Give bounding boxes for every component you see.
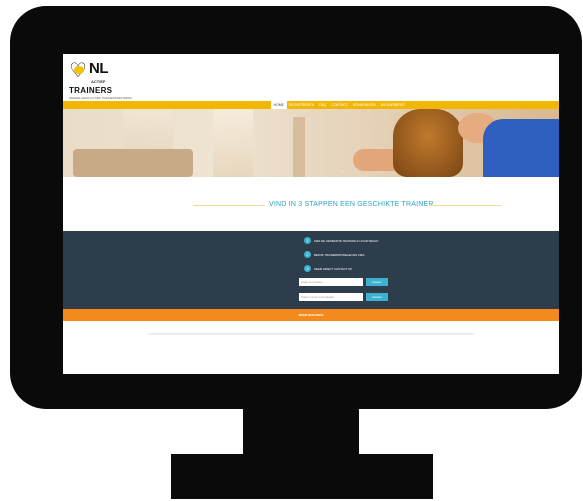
location-search-button[interactable]: Zoeken — [366, 293, 388, 301]
cta-bar[interactable]: MEER BEKIJKEN — [63, 309, 559, 321]
hero-person-hair — [393, 109, 463, 177]
step-text: KIES DE GEWENSTE TRAINING IN JOUW REGIO — [314, 238, 379, 243]
site-logo[interactable]: ♡ NL ACTIEF TRAINERS NEDERLANDS ACTIEF T… — [69, 60, 132, 100]
slider-dots[interactable]: • • • — [339, 169, 344, 173]
step-number-icon: 1 — [304, 237, 311, 244]
nav-item-registreren[interactable]: REGISTREREN — [287, 101, 317, 109]
cta-text[interactable]: MEER BEKIJKEN — [63, 309, 559, 321]
search-row-trainer: Zoek een trainer Zoeken — [299, 278, 388, 286]
screen: ♡ NL ACTIEF TRAINERS NEDERLANDS ACTIEF T… — [63, 54, 559, 374]
heart-fill-icon — [74, 66, 84, 74]
monitor-base — [171, 454, 433, 499]
trainer-search-input[interactable]: Zoek een trainer — [299, 278, 363, 286]
navbar: HOME REGISTREREN FAQ CONTACT ERVARINGEN … — [63, 101, 559, 109]
hero-building — [293, 117, 305, 177]
step-text: NEEM DIRECT CONTACT OP — [314, 266, 353, 271]
content-divider — [148, 333, 474, 335]
location-search-input[interactable]: Zoek in jouw woonplaats — [299, 293, 363, 301]
hero-banner: • • • — [63, 109, 559, 177]
divider-right — [429, 205, 501, 206]
nav-item-nieuwsbrief[interactable]: NIEUWSBRIEF — [378, 101, 407, 109]
step-text: BEKIJK TRAINERPROFIELEN EN KIES — [314, 252, 365, 257]
monitor-frame: ♡ NL ACTIEF TRAINERS NEDERLANDS ACTIEF T… — [10, 6, 582, 409]
nav-item-faq[interactable]: FAQ — [317, 101, 329, 109]
trainer-search-button[interactable]: Zoeken — [366, 278, 388, 286]
step-3: 3 NEEM DIRECT CONTACT OP — [304, 265, 352, 272]
step-1: 1 KIES DE GEWENSTE TRAINING IN JOUW REGI… — [304, 237, 378, 244]
hero-sofa — [73, 149, 193, 177]
step-number-icon: 2 — [304, 251, 311, 258]
nav-items: HOME REGISTREREN FAQ CONTACT ERVARINGEN … — [271, 101, 408, 109]
headline-section: VIND IN 3 STAPPEN EEN GESCHIKTE TRAINER — [63, 177, 559, 231]
logo-trainers: TRAINERS — [69, 86, 113, 95]
step-number-icon: 3 — [304, 265, 311, 272]
hero-window — [213, 109, 253, 177]
step-2: 2 BEKIJK TRAINERPROFIELEN EN KIES — [304, 251, 364, 258]
nav-item-contact[interactable]: CONTACT — [329, 101, 351, 109]
hero-shirt — [483, 119, 559, 177]
search-row-location: Zoek in jouw woonplaats Zoeken — [299, 293, 388, 301]
nav-item-ervaringen[interactable]: ERVARINGEN — [350, 101, 378, 109]
logo-tagline: NEDERLANDS ACTIEF TRAINERSNETWERK — [69, 96, 132, 100]
logo-actief: ACTIEF — [91, 79, 106, 84]
logo-nl: NL — [89, 60, 109, 77]
monitor-neck — [243, 408, 359, 456]
headline: VIND IN 3 STAPPEN EEN GESCHIKTE TRAINER — [269, 201, 434, 208]
nav-item-home[interactable]: HOME — [271, 101, 287, 109]
steps-section: 1 KIES DE GEWENSTE TRAINING IN JOUW REGI… — [63, 231, 559, 309]
divider-left — [193, 205, 265, 206]
